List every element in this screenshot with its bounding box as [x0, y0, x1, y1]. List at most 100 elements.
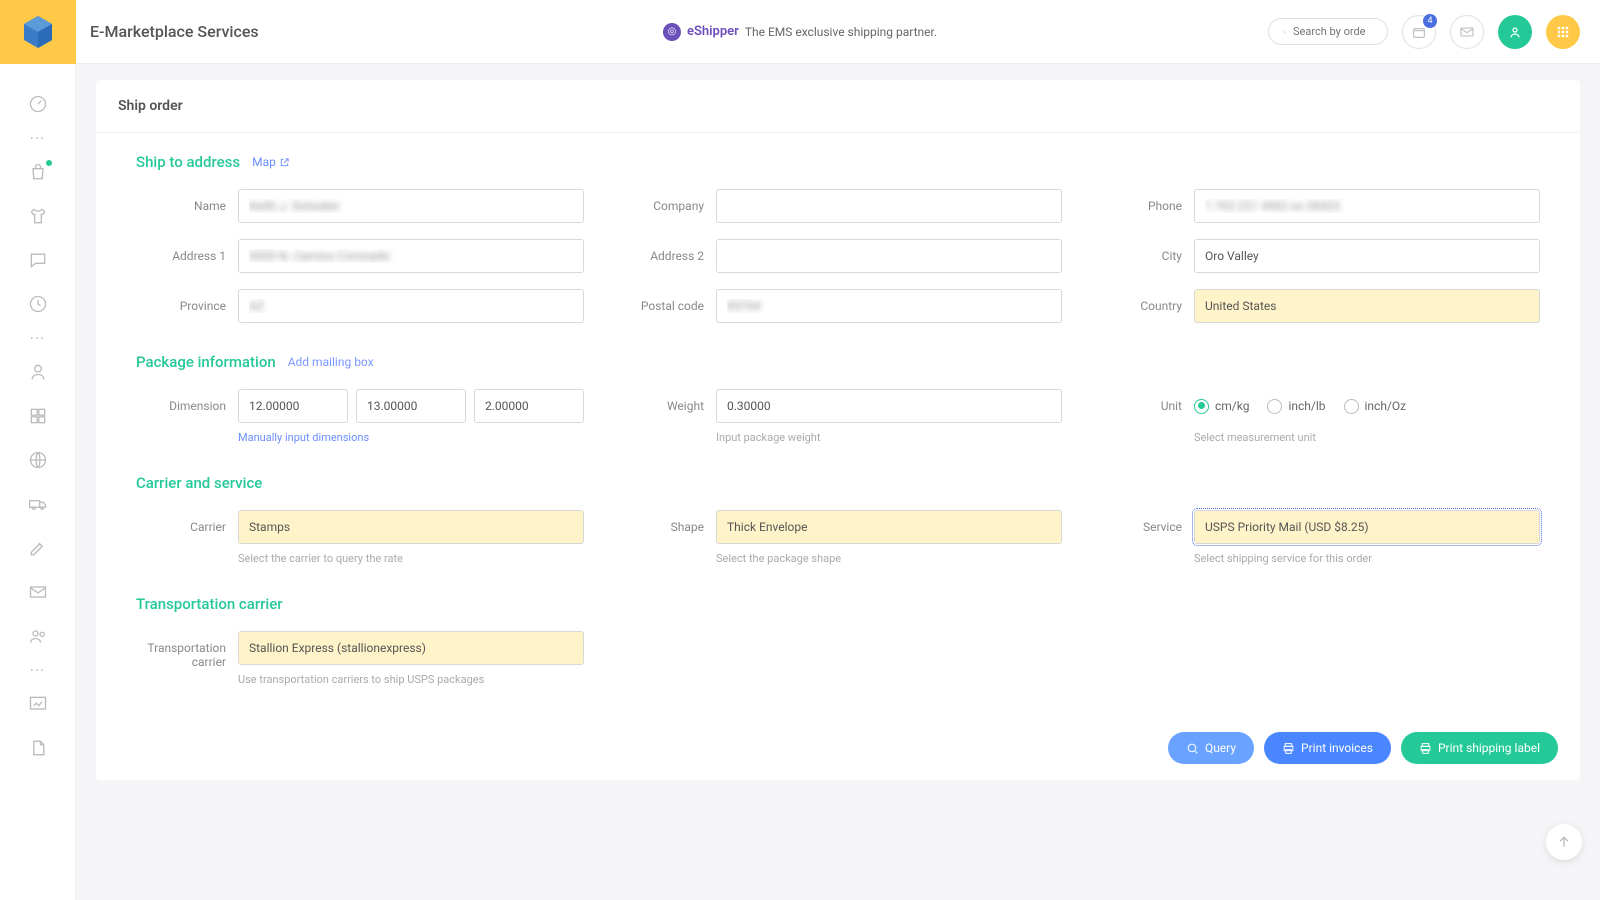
phone-input[interactable] — [1194, 189, 1540, 223]
carrier-hint: Select the carrier to query the rate — [238, 552, 584, 565]
add-mailing-box-link[interactable]: Add mailing box — [288, 355, 374, 369]
section-package-title: Package information — [136, 353, 276, 371]
label-address1: Address 1 — [136, 239, 226, 263]
partner-info: ◎ eShipper The EMS exclusive shipping pa… — [663, 23, 937, 41]
label-city: City — [1092, 239, 1182, 263]
sidebar-shipping[interactable] — [18, 484, 58, 524]
unit-inchoz-radio[interactable]: inch/Oz — [1344, 399, 1407, 414]
user-icon — [28, 362, 48, 382]
notifications-button[interactable]: 4 — [1402, 15, 1436, 49]
company-input[interactable] — [716, 189, 1062, 223]
sidebar-products[interactable] — [18, 196, 58, 236]
label-phone: Phone — [1092, 189, 1182, 213]
search-pill[interactable] — [1268, 18, 1388, 45]
dim-height-input[interactable] — [474, 389, 584, 423]
carrier-select[interactable]: Stamps — [238, 510, 584, 544]
label-trans-carrier: Transportation carrier — [136, 631, 226, 669]
sidebar-team[interactable] — [18, 616, 58, 656]
label-carrier: Carrier — [136, 510, 226, 534]
grid-icon — [1555, 24, 1571, 40]
radio-icon — [1344, 399, 1359, 414]
chat-icon — [28, 250, 48, 270]
topbar: E-Marketplace Services ◎ eShipper The EM… — [0, 0, 1600, 64]
sidebar-edit[interactable] — [18, 528, 58, 568]
transport-carrier-select[interactable]: Stallion Express (stallionexpress) — [238, 631, 584, 665]
sidebar-reports[interactable] — [18, 728, 58, 768]
manual-dimensions-link[interactable]: Manually input dimensions — [238, 431, 584, 444]
query-button[interactable]: Query — [1168, 732, 1254, 764]
scroll-to-top-button[interactable] — [1546, 824, 1582, 860]
radio-icon — [1267, 399, 1282, 414]
section-ship-to-title: Ship to address — [136, 153, 240, 171]
sidebar-messages[interactable] — [18, 240, 58, 280]
globe-icon — [28, 450, 48, 470]
sidebar-more-3[interactable]: ··· — [18, 660, 58, 680]
unit-inchlb-radio[interactable]: inch/lb — [1267, 399, 1325, 414]
chart-icon — [28, 694, 48, 714]
label-unit: Unit — [1092, 389, 1182, 413]
country-input[interactable] — [1194, 289, 1540, 323]
card-title: Ship order — [96, 80, 1580, 133]
sidebar-history[interactable] — [18, 284, 58, 324]
address1-input[interactable] — [238, 239, 584, 273]
envelope-icon — [28, 582, 48, 602]
sidebar-global[interactable] — [18, 440, 58, 480]
weight-input[interactable] — [716, 389, 1062, 423]
transport-hint: Use transportation carriers to ship USPS… — [238, 673, 584, 686]
sidebar: ··· ··· ··· — [0, 64, 76, 900]
app-logo[interactable] — [0, 0, 76, 64]
address2-input[interactable] — [716, 239, 1062, 273]
label-country: Country — [1092, 289, 1182, 313]
weight-hint: Input package weight — [716, 431, 1062, 444]
city-input[interactable] — [1194, 239, 1540, 273]
sidebar-orders[interactable] — [18, 152, 58, 192]
label-province: Province — [136, 289, 226, 313]
sidebar-analytics[interactable] — [18, 684, 58, 724]
label-address2: Address 2 — [614, 239, 704, 263]
sidebar-mail[interactable] — [18, 572, 58, 612]
notification-badge: 4 — [1423, 14, 1437, 28]
unit-cmkg-radio[interactable]: cm/kg — [1194, 399, 1249, 414]
apps-button[interactable] — [1546, 15, 1580, 49]
label-name: Name — [136, 189, 226, 213]
print-label-button[interactable]: Print shipping label — [1401, 732, 1558, 764]
cube-logo-icon — [18, 12, 58, 52]
radio-icon — [1194, 399, 1209, 414]
user-icon — [1507, 24, 1523, 40]
edit-icon — [28, 538, 48, 558]
postal-input[interactable] — [716, 289, 1062, 323]
label-shape: Shape — [614, 510, 704, 534]
map-link[interactable]: Map — [252, 155, 290, 169]
sidebar-dashboard[interactable] — [18, 84, 58, 124]
sidebar-more-2[interactable]: ··· — [18, 328, 58, 348]
printer-icon — [1419, 742, 1432, 755]
users-icon — [28, 626, 48, 646]
section-carrier-title: Carrier and service — [136, 474, 262, 492]
name-input[interactable] — [238, 189, 584, 223]
arrow-up-icon — [1556, 834, 1572, 850]
printer-icon — [1282, 742, 1295, 755]
shape-select[interactable]: Thick Envelope — [716, 510, 1062, 544]
sidebar-account[interactable] — [18, 352, 58, 392]
mail-button[interactable] — [1450, 15, 1484, 49]
external-link-icon — [279, 157, 290, 168]
service-select[interactable]: USPS Priority Mail (USD $8.25) — [1194, 510, 1540, 544]
label-service: Service — [1092, 510, 1182, 534]
sidebar-more-1[interactable]: ··· — [18, 128, 58, 148]
service-hint: Select shipping service for this order — [1194, 552, 1540, 565]
user-button[interactable] — [1498, 15, 1532, 49]
partner-tagline: The EMS exclusive shipping partner. — [745, 25, 937, 39]
print-invoices-button[interactable]: Print invoices — [1264, 732, 1391, 764]
section-transport-title: Transportation carrier — [136, 595, 283, 613]
dim-length-input[interactable] — [238, 389, 348, 423]
label-weight: Weight — [614, 389, 704, 413]
dim-width-input[interactable] — [356, 389, 466, 423]
province-input[interactable] — [238, 289, 584, 323]
grid4-icon — [28, 406, 48, 426]
shirt-icon — [28, 206, 48, 226]
partner-logo-icon: ◎ — [663, 23, 681, 41]
sidebar-apps[interactable] — [18, 396, 58, 436]
search-input[interactable] — [1293, 25, 1373, 38]
app-title: E-Marketplace Services — [90, 22, 259, 41]
search-icon — [1283, 26, 1287, 38]
